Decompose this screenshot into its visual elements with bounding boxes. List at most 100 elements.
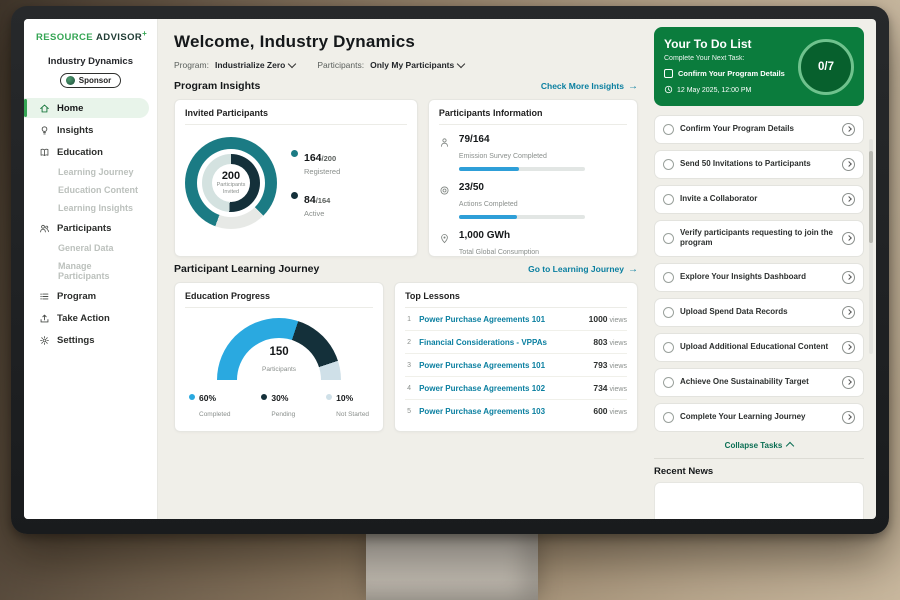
chevron-right-icon[interactable] — [842, 158, 855, 171]
main-content: Welcome, Industry Dynamics Program: Indu… — [158, 19, 650, 519]
sidebar-item-take-action[interactable]: Take Action — [24, 308, 149, 328]
chevron-down-icon — [288, 59, 296, 67]
sidebar-item-label: General Data — [58, 243, 114, 253]
education-icon — [38, 146, 50, 158]
task-checkbox[interactable] — [663, 412, 674, 423]
legend-dot — [291, 150, 298, 157]
task-item-verify-participants-requesting-to-join-the-program[interactable]: Verify participants requesting to join t… — [654, 220, 864, 257]
gauge-center: 150 Participants — [217, 346, 341, 376]
legend-dot — [291, 192, 298, 199]
task-item-achieve-one-sustainability-target[interactable]: Achieve One Sustainability Target — [654, 368, 864, 397]
chevron-up-icon — [786, 442, 794, 450]
task-checkbox[interactable] — [663, 377, 674, 388]
page-title: Welcome, Industry Dynamics — [174, 32, 638, 52]
todo-next-task[interactable]: Confirm Your Program Details — [664, 69, 790, 78]
scrollbar[interactable] — [869, 139, 873, 354]
chevron-down-icon — [457, 59, 465, 67]
sponsor-badge[interactable]: Sponsor — [60, 73, 121, 88]
scrollbar-thumb[interactable] — [869, 151, 873, 243]
task-label: Upload Spend Data Records — [680, 307, 836, 317]
task-item-upload-spend-data-records[interactable]: Upload Spend Data Records — [654, 298, 864, 327]
task-checkbox[interactable] — [664, 69, 673, 78]
chevron-right-icon[interactable] — [842, 193, 855, 206]
chevron-right-icon[interactable] — [842, 123, 855, 136]
monitor-stand — [366, 532, 538, 600]
donut-legend-item: 164/200Registered — [291, 148, 340, 176]
arrow-right-icon — [628, 81, 638, 92]
chevron-right-icon[interactable] — [842, 306, 855, 319]
task-checkbox[interactable] — [663, 272, 674, 283]
sidebar-item-label: Education Content — [58, 185, 138, 195]
lesson-views: 734 views — [593, 383, 627, 393]
sidebar-item-label: Take Action — [57, 313, 110, 324]
lesson-link[interactable]: Power Purchase Agreements 101 — [419, 315, 583, 324]
sidebar-item-label: Manage Participants — [58, 261, 143, 281]
donut-legend-item: 84/164Active — [291, 190, 340, 218]
lesson-views: 600 views — [593, 406, 627, 416]
lesson-rank: 1 — [405, 316, 413, 323]
task-checkbox[interactable] — [663, 307, 674, 318]
info-stat-total-global-consumption: 1,000 GWhTotal Global Consumption — [439, 221, 627, 261]
logo-plus: + — [142, 29, 147, 38]
sidebar-item-education-content[interactable]: Education Content — [24, 182, 149, 198]
chevron-right-icon[interactable] — [842, 341, 855, 354]
lesson-link[interactable]: Power Purchase Agreements 102 — [419, 384, 587, 393]
sidebar-item-settings[interactable]: Settings — [24, 330, 149, 350]
task-item-upload-additional-educational-content[interactable]: Upload Additional Educational Content — [654, 333, 864, 362]
sidebar-item-insights[interactable]: Insights — [24, 120, 149, 140]
chevron-right-icon[interactable] — [842, 376, 855, 389]
sidebar-item-home[interactable]: Home — [24, 98, 149, 118]
program-select[interactable]: Industrialize Zero — [215, 60, 295, 70]
participants-select[interactable]: Only My Participants — [370, 60, 464, 70]
chevron-right-icon[interactable] — [842, 411, 855, 424]
background-photo: RESOURCEADVISOR+ Industry Dynamics Spons… — [0, 0, 900, 600]
lesson-link[interactable]: Power Purchase Agreements 101 — [419, 361, 587, 370]
task-label: Confirm Your Program Details — [680, 124, 836, 134]
todo-panel: Your To Do List Complete Your Next Task:… — [650, 19, 876, 519]
lesson-row: 3Power Purchase Agreements 101793 views — [405, 354, 627, 377]
sidebar-item-label: Learning Journey — [58, 167, 134, 177]
lessons-list: 1Power Purchase Agreements 1011000 views… — [405, 308, 627, 422]
sidebar-item-learning-journey[interactable]: Learning Journey — [24, 164, 149, 180]
todo-subtitle: Complete Your Next Task: — [664, 55, 790, 62]
task-item-explore-your-insights-dashboard[interactable]: Explore Your Insights Dashboard — [654, 263, 864, 292]
lesson-row: 1Power Purchase Agreements 1011000 views — [405, 308, 627, 331]
sidebar-item-manage-participants[interactable]: Manage Participants — [24, 258, 149, 284]
chevron-right-icon[interactable] — [842, 232, 855, 245]
sidebar-item-learning-insights[interactable]: Learning Insights — [24, 200, 149, 216]
sidebar-item-label: Learning Insights — [58, 203, 133, 213]
card-title: Top Lessons — [405, 291, 627, 308]
donut-center: 200 Participants Invited — [212, 164, 250, 202]
lesson-link[interactable]: Financial Considerations - VPPAs — [419, 338, 587, 347]
todo-title: Your To Do List — [664, 37, 790, 51]
task-checkbox[interactable] — [663, 159, 674, 170]
sidebar-item-program[interactable]: Program — [24, 286, 149, 306]
task-checkbox[interactable] — [663, 124, 674, 135]
task-item-complete-your-learning-journey[interactable]: Complete Your Learning Journey — [654, 403, 864, 432]
task-checkbox[interactable] — [663, 233, 674, 244]
invited-donut-chart: 200 Participants Invited — [185, 137, 277, 229]
clock-icon — [664, 85, 673, 96]
lesson-link[interactable]: Power Purchase Agreements 103 — [419, 407, 587, 416]
info-stat-emission-survey-completed: 79/164Emission Survey Completed — [439, 125, 627, 173]
take-action-icon — [38, 312, 50, 324]
sidebar-item-label: Program — [57, 291, 96, 302]
task-item-invite-a-collaborator[interactable]: Invite a Collaborator — [654, 185, 864, 214]
sidebar-item-participants[interactable]: Participants — [24, 218, 149, 238]
go-to-learning-journey-link[interactable]: Go to Learning Journey — [528, 264, 638, 275]
sidebar-item-general-data[interactable]: General Data — [24, 240, 149, 256]
home-icon — [38, 102, 50, 114]
sidebar-item-label: Settings — [57, 335, 94, 346]
task-checkbox[interactable] — [663, 342, 674, 353]
task-item-confirm-your-program-details[interactable]: Confirm Your Program Details — [654, 115, 864, 144]
card-title: Education Progress — [185, 291, 373, 308]
card-title: Participants Information — [439, 108, 627, 125]
lesson-views: 803 views — [593, 337, 627, 347]
settings-icon — [38, 334, 50, 346]
chevron-right-icon[interactable] — [842, 271, 855, 284]
collapse-tasks-link[interactable]: Collapse Tasks — [654, 438, 864, 458]
sidebar-item-education[interactable]: Education — [24, 142, 149, 162]
task-item-send-50-invitations-to-participants[interactable]: Send 50 Invitations to Participants — [654, 150, 864, 179]
task-checkbox[interactable] — [663, 194, 674, 205]
check-more-insights-link[interactable]: Check More Insights — [541, 81, 638, 92]
